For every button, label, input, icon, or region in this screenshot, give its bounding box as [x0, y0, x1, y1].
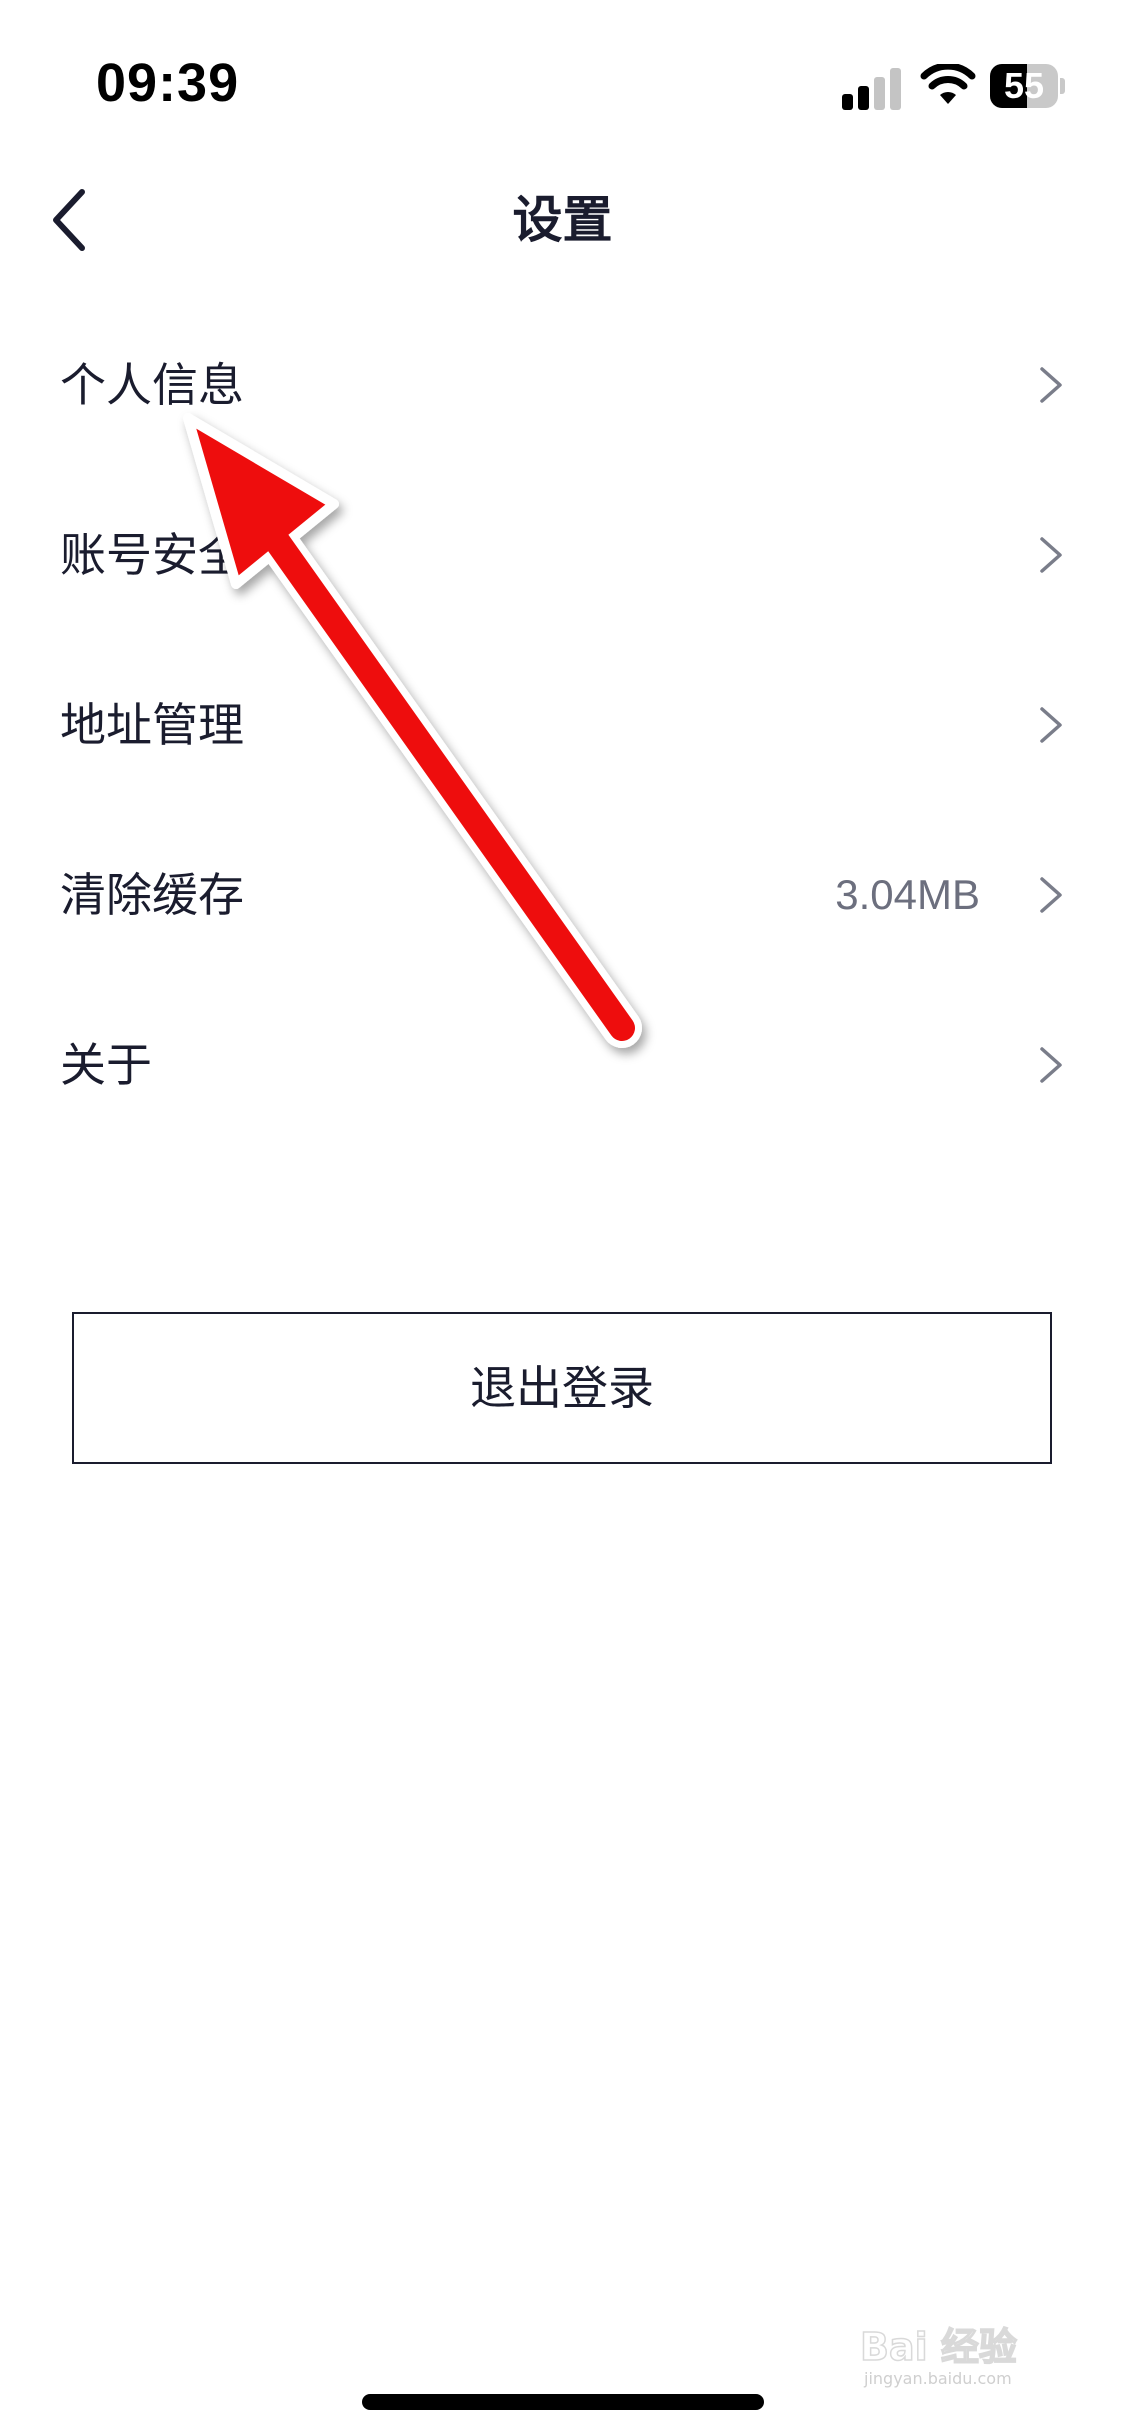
settings-list: 个人信息 账号安全 地址管理 清除缓存 3.04MB 关于 [0, 300, 1125, 1150]
chevron-right-icon [1040, 877, 1062, 913]
chevron-right-icon [1040, 1047, 1062, 1083]
nav-bar: 设置 [0, 160, 1125, 280]
back-button[interactable] [36, 180, 116, 260]
settings-item-about[interactable]: 关于 [0, 980, 1125, 1150]
status-bar: 09:39 55 [0, 0, 1125, 140]
baidu-jingyan-watermark: Bai 经验 jingyan.baidu.com [859, 2310, 1070, 2390]
wifi-icon [920, 64, 976, 104]
chevron-left-icon [53, 189, 85, 251]
settings-item-personal-info[interactable]: 个人信息 [0, 300, 1125, 470]
settings-item-label: 关于 [60, 1038, 152, 1092]
settings-item-account-security[interactable]: 账号安全 [0, 470, 1125, 640]
status-time: 09:39 [96, 53, 240, 113]
settings-item-label: 个人信息 [60, 358, 244, 412]
battery-icon: 55 [990, 64, 1066, 108]
settings-item-clear-cache[interactable]: 清除缓存 3.04MB [0, 810, 1125, 980]
chevron-right-icon [1040, 367, 1062, 403]
home-indicator[interactable] [362, 2394, 764, 2410]
svg-text:Bai 经验: Bai 经验 [860, 2325, 1017, 2369]
logout-button[interactable]: 退出登录 [72, 1312, 1052, 1464]
battery-level: 55 [1003, 65, 1045, 106]
cellular-signal-icon [842, 66, 902, 110]
settings-item-label: 地址管理 [60, 698, 244, 752]
cache-size-value: 3.04MB [835, 871, 980, 918]
chevron-right-icon [1040, 707, 1062, 743]
svg-text:jingyan.baidu.com: jingyan.baidu.com [863, 2369, 1012, 2388]
settings-item-address-management[interactable]: 地址管理 [0, 640, 1125, 810]
settings-item-label: 账号安全 [60, 528, 244, 582]
chevron-right-icon [1040, 537, 1062, 573]
page-title: 设置 [512, 191, 613, 249]
settings-item-label: 清除缓存 [60, 868, 244, 922]
